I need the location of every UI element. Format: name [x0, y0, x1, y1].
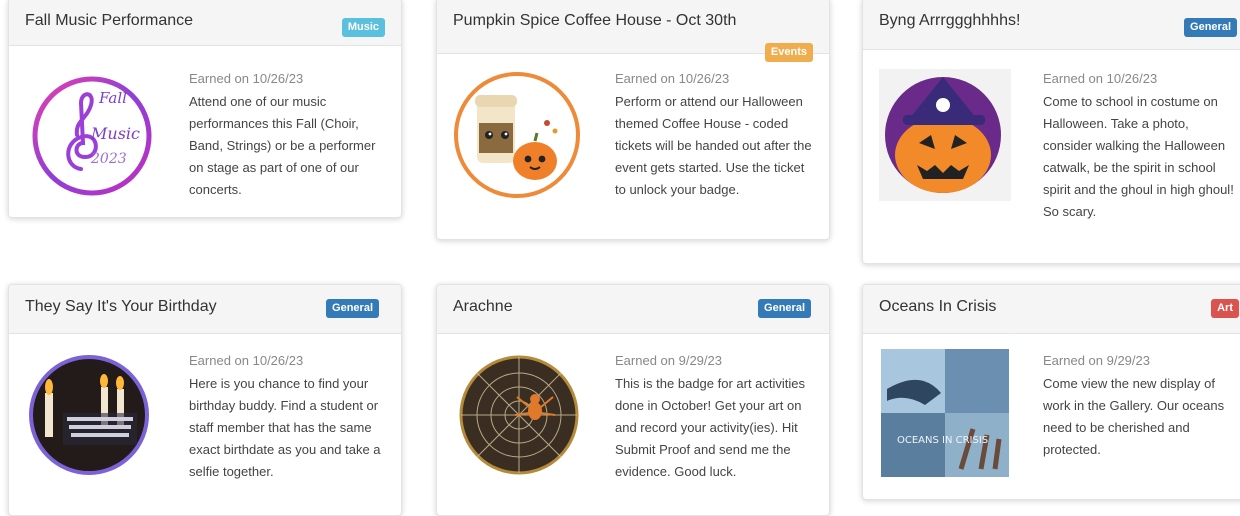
badge-image: OCEANS IN CRISIS [881, 349, 1009, 477]
card-title: They Say It's Your Birthday [25, 298, 217, 315]
badge-description: Come view the new display of work in the… [1043, 376, 1225, 457]
badge-card-fall-music[interactable]: Fall Music Performance Music Fall Music … [8, 0, 402, 218]
badge-card-arachne[interactable]: Arachne General Earned on 9/29/23 This i… [436, 284, 830, 516]
svg-text:Fall: Fall [98, 89, 127, 107]
card-title: Arachne [453, 298, 513, 315]
badge-description: Come to school in costume on Halloween. … [1043, 94, 1234, 219]
badge-image [879, 69, 1011, 201]
earned-date: Earned on 9/29/23 [1043, 353, 1150, 368]
category-badge: Events [764, 43, 813, 62]
card-header: They Say It's Your Birthday General [9, 285, 401, 334]
badge-card-oceans-in-crisis[interactable]: Oceans In Crisis Art OCEANS IN CRISIS Ea… [862, 284, 1240, 500]
earned-date: Earned on 10/26/23 [189, 71, 304, 86]
badge-description: Here is you chance to find your birthday… [189, 376, 381, 479]
card-header: Byng Arrrggghhhhs! General [863, 0, 1240, 50]
earned-date: Earned on 10/26/23 [189, 353, 304, 368]
svg-text:2023: 2023 [90, 151, 127, 167]
svg-text:OCEANS IN CRISIS: OCEANS IN CRISIS [897, 435, 988, 446]
badge-image [457, 353, 581, 477]
card-title: Oceans In Crisis [879, 298, 997, 315]
category-badge: Music [341, 18, 385, 37]
badge-image [451, 69, 583, 201]
badge-image [27, 353, 151, 477]
earned-date: Earned on 9/29/23 [615, 353, 722, 368]
badge-description: Perform or attend our Halloween themed C… [615, 94, 812, 197]
card-title: Byng Arrrggghhhhs! [879, 12, 1021, 29]
badge-description: This is the badge for art activities don… [615, 376, 806, 479]
badge-card-pumpkin-spice[interactable]: Pumpkin Spice Coffee House - Oct 30th Ev… [436, 0, 830, 240]
card-header: Oceans In Crisis Art [863, 285, 1240, 334]
card-header: Fall Music Performance Music [9, 0, 401, 46]
category-badge: General [758, 299, 811, 318]
category-badge: Art [1211, 299, 1239, 318]
card-header: Pumpkin Spice Coffee House - Oct 30th Ev… [437, 0, 829, 62]
badge-card-birthday[interactable]: They Say It's Your Birthday General Earn… [8, 284, 402, 516]
badge-card-byng-arrrggghhhhs[interactable]: Byng Arrrggghhhhs! General Earned on 10/… [862, 0, 1240, 264]
category-badge: General [326, 299, 379, 318]
badge-description: Attend one of our music performances thi… [189, 94, 376, 197]
earned-date: Earned on 10/26/23 [615, 71, 730, 86]
badge-image: Fall Music 2023 [29, 73, 155, 199]
card-header: Arachne General [437, 285, 829, 334]
card-title: Fall Music Performance [25, 12, 194, 29]
earned-date: Earned on 10/26/23 [1043, 71, 1158, 86]
category-badge: General [1184, 18, 1237, 37]
card-title: Pumpkin Spice Coffee House - Oct 30th [453, 12, 737, 29]
svg-text:Music: Music [90, 124, 140, 143]
